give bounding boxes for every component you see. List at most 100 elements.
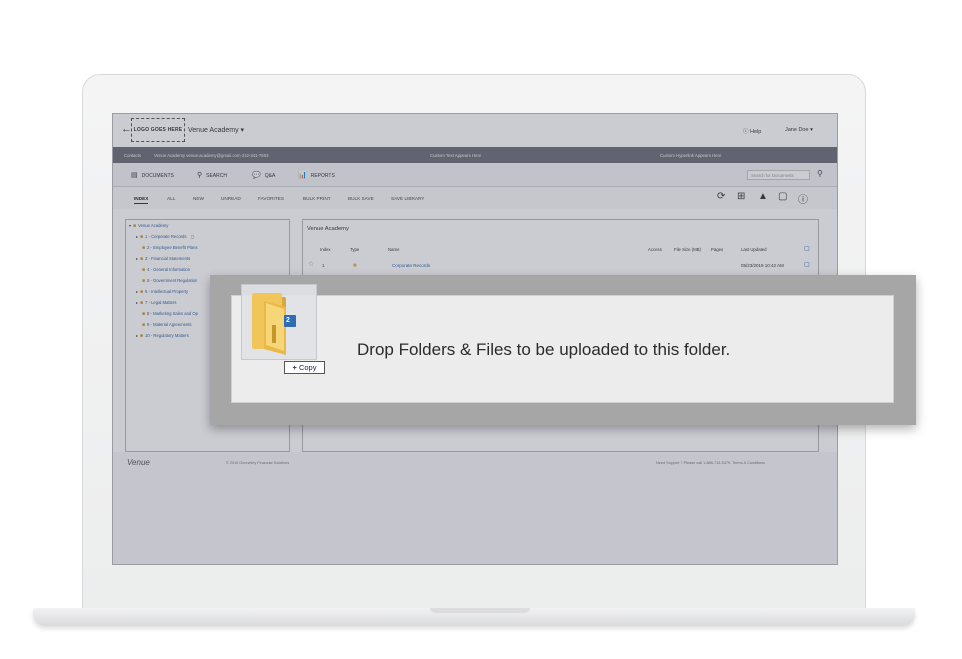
folder-icon: ■ <box>140 234 144 240</box>
plus-icon: + <box>292 363 297 372</box>
user-menu[interactable]: Jane Doe ▾ <box>785 127 813 133</box>
tree-item-label: 1 - Corporate Records <box>145 234 187 239</box>
app-header: ← LOGO GOES HERE Venue Academy ▾ ⓘ Help … <box>113 114 837 147</box>
copy-label: Copy <box>298 363 317 372</box>
collapsed-caret-icon: ▸ <box>136 300 139 305</box>
bulk-save-button[interactable]: BULK SAVE <box>348 196 374 201</box>
tree-item-label: 2 - Employee Benefit Plans <box>147 245 198 250</box>
tree-item-label: 6 - Intellectual Property <box>145 289 189 294</box>
filter-bar: INDEX ALL NEW UNREAD FAVORITES BULK PRIN… <box>113 187 837 209</box>
contacts-link[interactable]: Contacts <box>124 153 141 158</box>
tree-item[interactable]: ■ 5 - Government Regulation <box>142 278 197 284</box>
document-search-input[interactable]: Search for Documents <box>747 170 810 180</box>
laptop-notch <box>430 608 530 613</box>
filter-favorites[interactable]: FAVORITES <box>258 196 284 201</box>
filter-all[interactable]: ALL <box>167 196 175 201</box>
tree-item[interactable]: ▸ ■ 7 - Legal Matters <box>136 300 176 306</box>
tree-item[interactable]: ▸ ■ 6 - Intellectual Property <box>136 289 188 295</box>
warning-icon[interactable]: ▲ <box>758 191 768 202</box>
folder-icon: ■ <box>140 300 144 306</box>
expanded-caret-icon: ▾ <box>129 223 132 228</box>
tab-qa[interactable]: 💬 Q&A <box>252 171 275 179</box>
documents-icon: ▤ <box>131 172 138 179</box>
column-header-access[interactable]: Access <box>648 247 662 252</box>
search-icon: ⚲ <box>197 172 203 179</box>
folder-icon: ■ <box>142 267 146 273</box>
custom-text: Custom Text Appears Here <box>430 153 482 158</box>
collapsed-caret-icon: ▸ <box>136 289 139 294</box>
note-icon[interactable]: ▢ <box>191 234 195 239</box>
copy-indicator: + Copy <box>284 361 325 374</box>
tab-reports-label: REPORTS <box>310 173 335 179</box>
tree-item[interactable]: ■ 4 - General Information <box>142 267 190 273</box>
tree-root-label: Venue Academy <box>138 223 169 228</box>
tab-search-label: SEARCH <box>206 173 227 179</box>
column-header-name[interactable]: Name <box>388 247 399 252</box>
tab-search[interactable]: ⚲ SEARCH <box>197 171 227 179</box>
contact-details: Venue Academy venue.academy@gmail.com 21… <box>154 153 269 158</box>
collapsed-caret-icon: ▸ <box>136 333 139 338</box>
row-name-link[interactable]: Corporate Records <box>392 263 430 268</box>
collapsed-caret-icon: ▸ <box>136 234 139 239</box>
tree-item-label: 4 - General Information <box>147 267 191 272</box>
search-button-icon[interactable]: ⚲ <box>817 169 823 178</box>
help-link[interactable]: ⓘ Help <box>743 127 761 135</box>
column-header-last-updated[interactable]: Last Updated <box>741 247 767 252</box>
tree-item[interactable]: ■ 8 - Marketing Sales and Op <box>142 311 198 317</box>
chat-icon: 💬 <box>252 172 261 179</box>
filter-index[interactable]: INDEX <box>134 196 149 204</box>
tree-item[interactable]: ■ 2 - Employee Benefit Plans <box>142 245 198 251</box>
tree-item-label: 5 - Government Regulation <box>147 278 198 283</box>
tab-reports[interactable]: 📊 REPORTS <box>298 171 335 179</box>
folder-icon: ■ <box>142 245 146 251</box>
tree-item-label: 7 - Legal Matters <box>145 300 177 305</box>
custom-hyperlink[interactable]: Custom Hyperlink Appears Here <box>660 153 721 158</box>
file-count-badge: 2 <box>286 317 290 324</box>
folder-icon: ■ <box>140 256 144 262</box>
note-icon[interactable]: ▢ <box>778 191 787 202</box>
save-library-button[interactable]: SAVE LIBRARY <box>391 196 424 201</box>
row-index: 1 <box>322 263 325 268</box>
tree-structure-icon[interactable]: ⊞ <box>737 191 745 202</box>
favorite-star-icon[interactable]: ☆ <box>308 260 314 268</box>
folder-icon: ■ <box>140 333 144 339</box>
tree-item[interactable]: ■ 9 - Material Agreements <box>142 322 192 328</box>
filter-unread[interactable]: UNREAD <box>221 196 241 201</box>
column-header-type[interactable]: Type <box>350 247 359 252</box>
note-icon[interactable]: ▢ <box>804 245 810 252</box>
column-header-pages[interactable]: Pages <box>711 247 723 252</box>
tab-documents-label: DOCUMENTS <box>141 173 174 179</box>
tree-item-label: 8 - Marketing Sales and Op <box>147 311 199 316</box>
app-footer: Venue © 2019 Donnelley Financial Solutio… <box>113 452 837 564</box>
academy-selector[interactable]: Venue Academy ▾ <box>188 126 244 134</box>
tree-item-label: 9 - Material Agreements <box>147 322 192 327</box>
folder-icon: ■ <box>142 278 146 284</box>
bulk-print-button[interactable]: BULK PRINT <box>303 196 331 201</box>
drag-preview: 2 <box>241 284 317 360</box>
tree-item[interactable]: ▸ ■ 1 - Corporate Records ▢ <box>136 234 195 240</box>
tree-root[interactable]: ▾ ■ Venue Academy <box>129 223 168 229</box>
folder-icon: ■ <box>142 311 146 317</box>
panel-title: Venue Academy <box>307 226 349 232</box>
folder-icon: ■ <box>353 263 357 269</box>
tree-item-label: 3 - Financial Statements <box>145 256 191 261</box>
support-text[interactable]: Need Support ? Please call 1-888-715-537… <box>656 461 765 465</box>
info-icon[interactable]: ⓘ <box>798 191 808 206</box>
copyright-text: © 2019 Donnelley Financial Solutions <box>226 461 290 465</box>
tree-item-label: 10 - Regulatory Matters <box>145 333 189 338</box>
refresh-icon[interactable]: ⟳ <box>717 191 725 202</box>
info-bar: Contacts Venue Academy venue.academy@gma… <box>113 147 837 163</box>
tab-documents[interactable]: ▤ DOCUMENTS <box>131 171 174 179</box>
filter-new[interactable]: NEW <box>193 196 204 201</box>
row-last-updated: 05/23/2019 10:42 AM <box>741 263 784 268</box>
tree-item[interactable]: ▸ ■ 3 - Financial Statements <box>136 256 190 262</box>
tab-qa-label: Q&A <box>264 173 276 179</box>
drop-message: Drop Folders & Files to be uploaded to t… <box>357 340 731 359</box>
chart-icon: 📊 <box>298 172 307 179</box>
tree-item[interactable]: ▸ ■ 10 - Regulatory Matters <box>136 333 189 339</box>
note-icon[interactable]: ▢ <box>804 261 810 268</box>
folder-icon: ■ <box>133 223 137 229</box>
column-header-index[interactable]: Index <box>320 247 331 252</box>
column-header-file-size[interactable]: File Size (MB) <box>674 247 701 252</box>
collapsed-caret-icon: ▸ <box>136 256 139 261</box>
